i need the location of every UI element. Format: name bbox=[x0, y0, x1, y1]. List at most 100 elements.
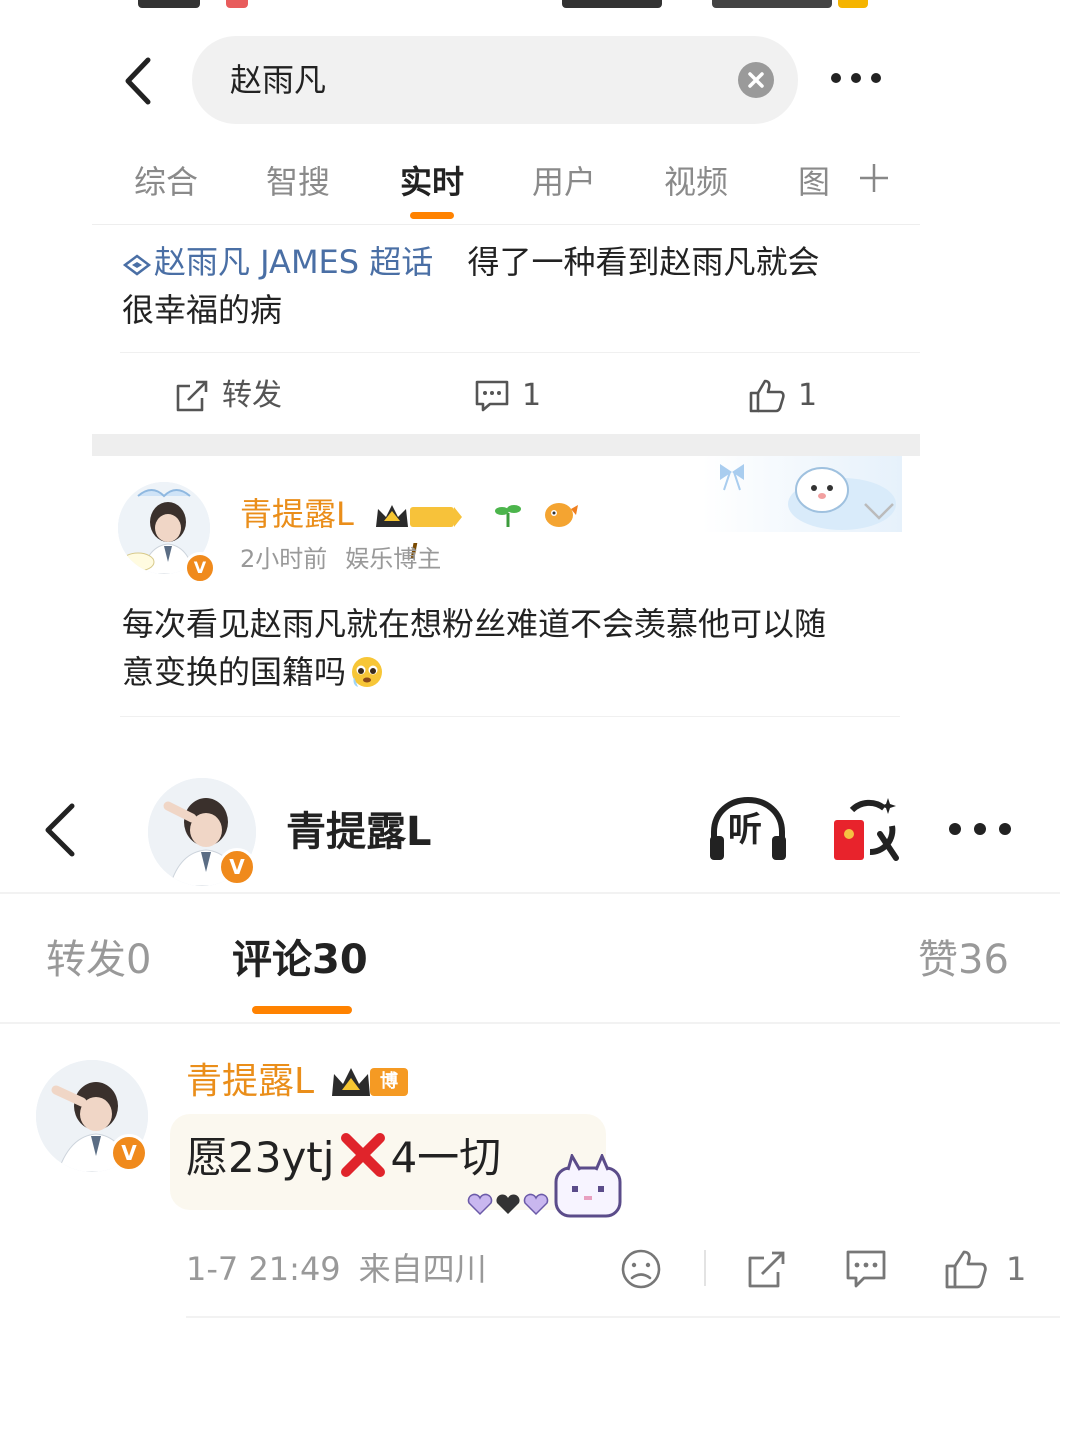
comment-icon bbox=[475, 380, 509, 412]
post-author-name[interactable]: 青提露L bbox=[240, 495, 354, 533]
search-bar[interactable]: 赵雨凡 bbox=[192, 36, 798, 124]
status-signal-block bbox=[712, 0, 832, 8]
listen-label: 听 bbox=[728, 810, 762, 850]
comment-text-part1: 愿23ytj bbox=[186, 1133, 335, 1182]
tab-reposts[interactable]: 转发0 bbox=[46, 932, 151, 988]
listen-button[interactable]: 听 bbox=[706, 796, 790, 864]
post-author-row: 青提露L I bbox=[240, 492, 579, 563]
comment-button[interactable]: 1 bbox=[474, 372, 564, 420]
post-menu-button[interactable] bbox=[862, 500, 896, 522]
page-title: 青提露L bbox=[286, 809, 432, 855]
active-tab-indicator bbox=[410, 212, 454, 219]
comment-author-name[interactable]: 青提露L bbox=[186, 1058, 314, 1106]
divider bbox=[0, 892, 1060, 894]
like-count: 1 bbox=[798, 378, 818, 413]
post-text-line2: 很幸福的病 bbox=[122, 291, 283, 329]
hearts-decoration bbox=[466, 1192, 552, 1216]
bunny-sticker bbox=[550, 1154, 626, 1220]
comment-text-part2: 4一切 bbox=[390, 1133, 502, 1182]
chevron-down-icon bbox=[864, 503, 894, 520]
post-detail-screen: V 青提露L 听 转发0 评论30 赞36 V 青提露L 博主 愿23ytj 4… bbox=[0, 760, 1080, 1440]
comment-location: 来自四川 bbox=[358, 1250, 487, 1288]
post-meta: 2小时前 娱乐博主 bbox=[240, 542, 441, 576]
comment-like-count: 1 bbox=[1006, 1250, 1027, 1288]
share-icon bbox=[748, 1251, 785, 1288]
repost-label: 转发 bbox=[222, 378, 282, 413]
like-icon bbox=[945, 1250, 987, 1289]
back-icon bbox=[125, 57, 151, 105]
red-packet-icon bbox=[834, 798, 899, 861]
search-input[interactable]: 赵雨凡 bbox=[230, 58, 326, 102]
author-role: 娱乐博主 bbox=[345, 545, 442, 573]
tab-comments-label: 评论 bbox=[232, 937, 312, 983]
verified-badge: V bbox=[184, 552, 216, 584]
post-text-line1: 得了一种看到赵雨凡就会 bbox=[467, 243, 820, 281]
status-time-block bbox=[138, 0, 200, 8]
tab-reposts-label: 转发 bbox=[46, 937, 126, 983]
tab-realtime[interactable]: 实时 bbox=[400, 160, 464, 204]
red-packet-search-button[interactable] bbox=[830, 796, 902, 868]
tab-reposts-count: 0 bbox=[126, 937, 152, 983]
tab-comments-count: 30 bbox=[312, 937, 368, 983]
post-text-line2: 意变换的国籍吗 bbox=[122, 653, 347, 691]
repost-button[interactable]: 转发 bbox=[174, 372, 314, 420]
search-results-screen: 赵雨凡 综合 智搜 实时 用户 视频 图 赵雨凡 JAMES 超话 得了一种看到… bbox=[92, 0, 920, 730]
reply-button[interactable] bbox=[844, 1248, 888, 1290]
tab-smart-search[interactable]: 智搜 bbox=[266, 160, 330, 204]
tab-comments[interactable]: 评论30 bbox=[232, 932, 368, 988]
tab-videos[interactable]: 视频 bbox=[664, 160, 728, 204]
post-header: V 青提露L I 2小时前 娱乐博主 bbox=[92, 456, 920, 596]
search-tabs: 综合 智搜 实时 用户 视频 图 bbox=[92, 152, 920, 224]
divider bbox=[120, 716, 900, 717]
post-text-line1: 每次看见赵雨凡就在想粉丝难道不会羡慕他可以随 bbox=[122, 605, 827, 643]
comment-icon bbox=[846, 1250, 886, 1288]
comment-date: 1-7 21:49 bbox=[186, 1250, 341, 1288]
tab-likes[interactable]: 赞36 bbox=[918, 932, 1009, 988]
more-icon bbox=[949, 823, 1011, 835]
back-button[interactable] bbox=[40, 800, 82, 860]
clear-icon bbox=[748, 72, 764, 88]
status-app-icon bbox=[226, 0, 248, 8]
more-button[interactable] bbox=[830, 72, 882, 84]
like-button[interactable]: 1 bbox=[748, 372, 838, 420]
share-icon bbox=[176, 380, 208, 412]
divider bbox=[120, 352, 920, 353]
tab-likes-count: 36 bbox=[958, 937, 1009, 983]
divider bbox=[92, 224, 920, 225]
topic-link[interactable]: 赵雨凡 JAMES 超话 bbox=[122, 243, 433, 281]
pleading-face-icon bbox=[350, 655, 384, 689]
crown-icon bbox=[376, 505, 463, 527]
diamond-icon bbox=[122, 253, 152, 277]
divider bbox=[186, 1316, 1060, 1318]
topic-label: 赵雨凡 JAMES 超话 bbox=[154, 243, 434, 281]
tab-images[interactable]: 图 bbox=[798, 160, 830, 204]
back-icon bbox=[45, 803, 75, 857]
comment-text: 愿23ytj 4一切 bbox=[186, 1128, 501, 1188]
share-comment-button[interactable] bbox=[746, 1248, 788, 1290]
detail-tabs: 转发0 评论30 赞36 bbox=[0, 924, 1080, 1004]
crown-icon bbox=[332, 1068, 370, 1096]
battery-icon bbox=[838, 0, 868, 8]
plus-icon bbox=[860, 164, 888, 192]
comment-meta: 1-7 21:49 来自四川 bbox=[186, 1246, 487, 1292]
comment-count: 1 bbox=[522, 378, 542, 413]
verified-badge: V bbox=[110, 1134, 148, 1172]
divider bbox=[704, 1250, 706, 1286]
tab-likes-label: 赞 bbox=[918, 937, 958, 983]
cross-mark-icon bbox=[340, 1132, 386, 1178]
tab-users[interactable]: 用户 bbox=[532, 160, 596, 204]
divider bbox=[0, 1022, 1060, 1024]
verified-badge: V bbox=[218, 848, 256, 886]
status-icons-block bbox=[562, 0, 662, 8]
comment-like-button[interactable] bbox=[944, 1248, 988, 1290]
sprout-icon bbox=[494, 501, 522, 529]
emoji-icon bbox=[543, 499, 579, 529]
tab-comprehensive[interactable]: 综合 bbox=[134, 160, 198, 204]
status-bar bbox=[92, 0, 920, 10]
member-crown-badge bbox=[374, 501, 463, 531]
more-button[interactable] bbox=[948, 822, 1012, 836]
add-tab-button[interactable] bbox=[858, 162, 890, 194]
back-button[interactable] bbox=[120, 56, 160, 106]
clear-search-button[interactable] bbox=[738, 62, 774, 98]
dislike-button[interactable] bbox=[620, 1248, 662, 1290]
